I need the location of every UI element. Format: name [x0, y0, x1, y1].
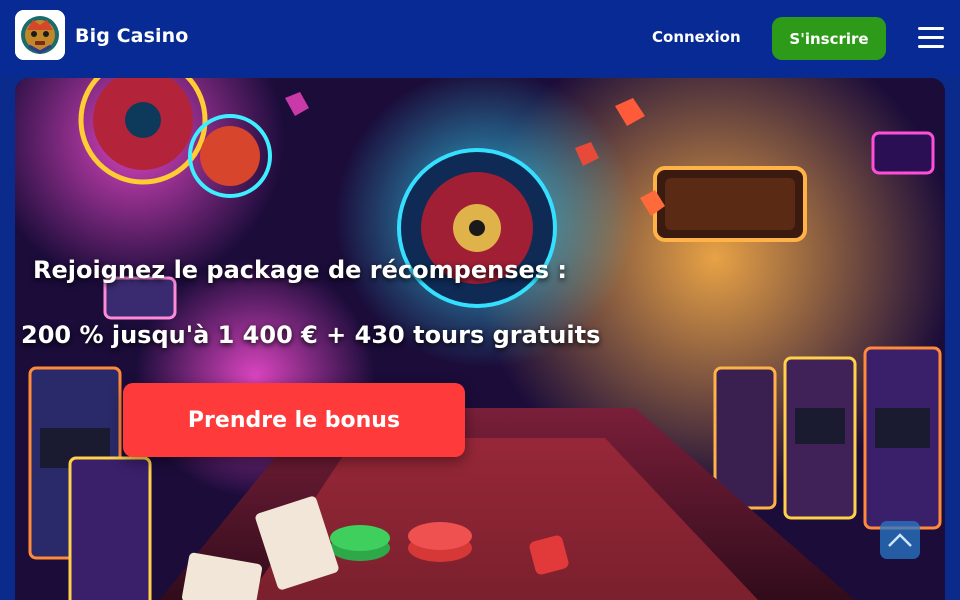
hero-headline: Rejoignez le package de récompenses : [33, 256, 567, 284]
chevron-up-icon[interactable] [880, 521, 920, 559]
signup-button[interactable]: S'inscrire [772, 17, 886, 60]
login-link[interactable]: Connexion [652, 28, 741, 46]
hamburger-menu-icon[interactable] [914, 22, 948, 54]
casino-mask-logo-icon[interactable] [15, 10, 65, 60]
hero-banner: Rejoignez le package de récompenses : 20… [15, 78, 945, 600]
claim-bonus-button[interactable]: Prendre le bonus [123, 383, 465, 457]
site-header: Big Casino Connexion S'inscrire [0, 0, 960, 76]
brand-name[interactable]: Big Casino [75, 25, 188, 47]
hero-offer-text: 200 % jusqu'à 1 400 € + 430 tours gratui… [21, 321, 601, 349]
